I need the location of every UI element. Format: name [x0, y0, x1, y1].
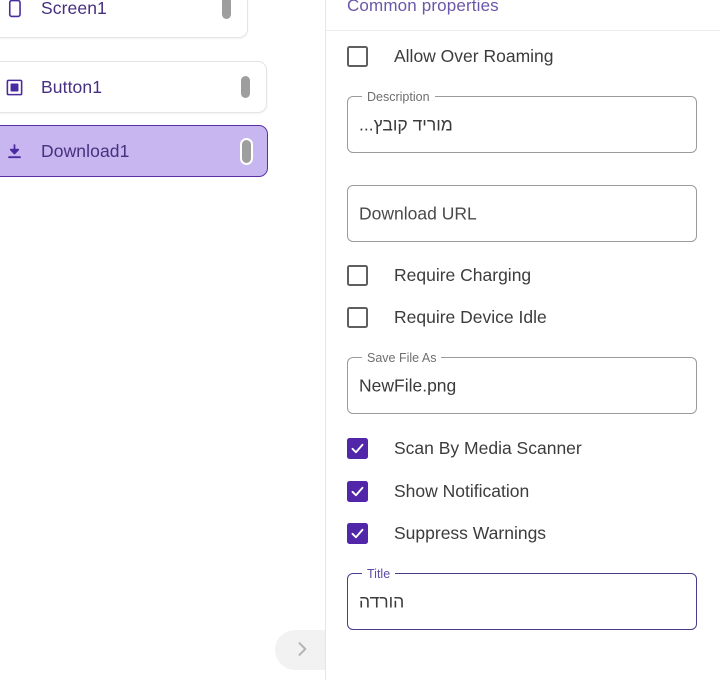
- checkbox-row-scan-by-media-scanner[interactable]: Scan By Media Scanner: [347, 438, 582, 459]
- properties-header: Common properties: [347, 0, 499, 15]
- drag-handle-icon[interactable]: [222, 0, 231, 19]
- checkbox-show-notification[interactable]: [347, 481, 368, 502]
- checkbox-scan-by-media-scanner[interactable]: [347, 438, 368, 459]
- checkbox-label: Allow Over Roaming: [394, 46, 554, 66]
- save-file-as-field-label: Save File As: [362, 349, 442, 367]
- download-icon: [1, 138, 27, 164]
- checkbox-row-require-device-idle[interactable]: Require Device Idle: [347, 307, 547, 328]
- tree-item-screen1[interactable]: Screen1: [0, 0, 248, 38]
- checkbox-allow-over-roaming[interactable]: [347, 46, 368, 67]
- description-field-label: Description: [362, 88, 435, 106]
- checkbox-suppress-warnings[interactable]: [347, 523, 368, 544]
- checkbox-require-device-idle[interactable]: [347, 307, 368, 328]
- download-url-field[interactable]: Download URL: [347, 185, 697, 242]
- save-file-as-field-value: NewFile.png: [359, 375, 457, 395]
- checkbox-label: Require Device Idle: [394, 307, 547, 327]
- tree-item-button1[interactable]: Button1: [0, 61, 267, 113]
- download-url-field-value: Download URL: [359, 203, 477, 223]
- save-file-as-field[interactable]: Save File As NewFile.png: [347, 349, 697, 414]
- tree-item-download1[interactable]: Download1: [0, 125, 268, 177]
- checkbox-row-require-charging[interactable]: Require Charging: [347, 265, 531, 286]
- drag-handle-icon[interactable]: [241, 76, 250, 98]
- component-tree-panel: Screen1 Button1 Download1: [0, 0, 325, 680]
- checkbox-row-show-notification[interactable]: Show Notification: [347, 481, 529, 502]
- title-field-value: הורדה: [359, 591, 405, 611]
- checkbox-label: Scan By Media Scanner: [394, 438, 582, 458]
- chevron-right-icon: [292, 639, 312, 662]
- tree-item-label: Screen1: [41, 0, 107, 18]
- checkbox-label: Show Notification: [394, 481, 530, 501]
- screen-icon: [1, 0, 27, 21]
- checkbox-label: Require Charging: [394, 265, 532, 285]
- checkbox-require-charging[interactable]: [347, 265, 368, 286]
- title-field-label: Title: [362, 565, 396, 583]
- checkbox-row-suppress-warnings[interactable]: Suppress Warnings: [347, 523, 546, 544]
- checkbox-label: Suppress Warnings: [394, 523, 547, 543]
- checkbox-row-allow-over-roaming[interactable]: Allow Over Roaming: [347, 46, 554, 67]
- title-field[interactable]: Title הורדה: [347, 565, 697, 630]
- description-field-value: מוריד קובץ...: [359, 114, 453, 134]
- drag-handle-icon[interactable]: [240, 137, 253, 165]
- header-divider: [326, 30, 720, 31]
- tree-item-label: Button1: [41, 76, 103, 97]
- description-field[interactable]: Description מוריד קובץ...: [347, 88, 697, 153]
- tree-item-label: Download1: [41, 140, 130, 161]
- tree-next-button[interactable]: [275, 630, 325, 670]
- button-icon: [1, 74, 27, 100]
- app-root: Screen1 Button1 Download1 Common propert…: [0, 0, 720, 680]
